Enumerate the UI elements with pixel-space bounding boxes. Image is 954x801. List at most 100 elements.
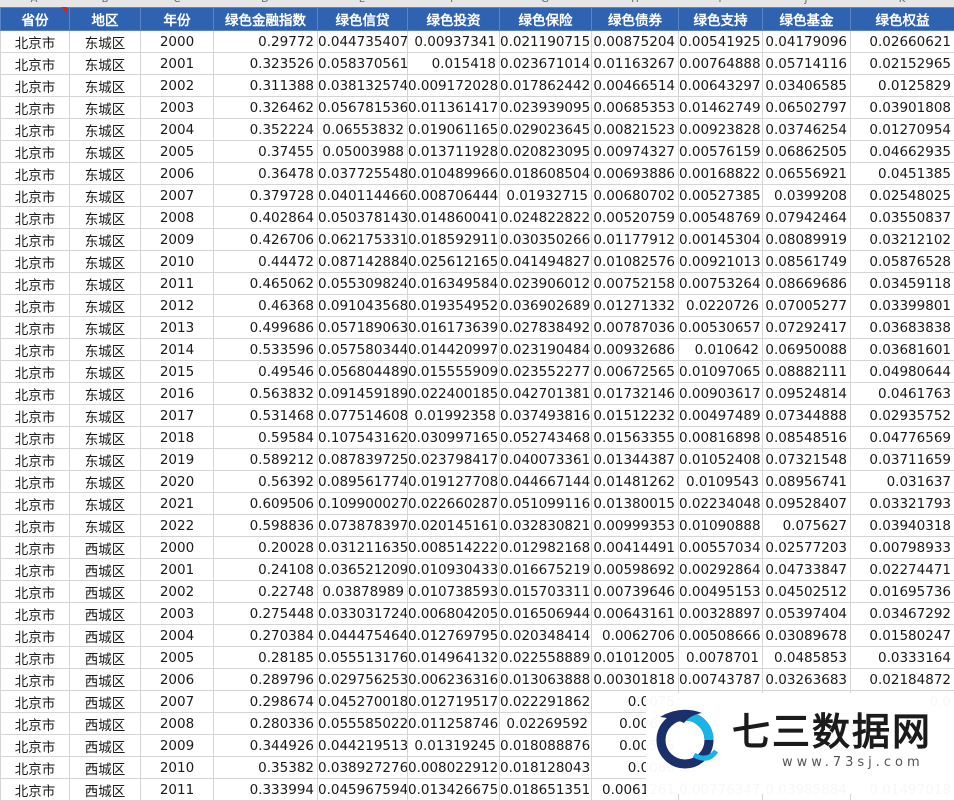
- table-cell[interactable]: 东城区: [70, 295, 141, 317]
- table-cell[interactable]: 东城区: [70, 141, 141, 163]
- table-cell[interactable]: 0.01481262: [592, 471, 679, 493]
- table-cell[interactable]: 0.01932715: [500, 185, 592, 207]
- table-cell[interactable]: 0.0451385: [851, 163, 954, 185]
- table-cell[interactable]: 0.59584: [214, 427, 318, 449]
- table-cell[interactable]: 0.016173639: [408, 317, 500, 339]
- table-cell[interactable]: 0.01732146: [592, 383, 679, 405]
- table-cell[interactable]: 0.018592911: [408, 229, 500, 251]
- table-cell[interactable]: 北京市: [1, 603, 70, 625]
- table-cell[interactable]: 0.03089678: [763, 625, 851, 647]
- table-cell[interactable]: 0.01271332: [592, 295, 679, 317]
- table-cell[interactable]: 0.010642: [679, 339, 763, 361]
- table-cell[interactable]: 0.00576159: [679, 141, 763, 163]
- table-cell[interactable]: 0.091459189: [318, 383, 408, 405]
- table-cell[interactable]: 2002: [141, 75, 214, 97]
- table-cell[interactable]: 0.03683838: [851, 317, 954, 339]
- table-cell[interactable]: 0.00328897: [679, 603, 763, 625]
- table-cell[interactable]: 0.008706444: [408, 185, 500, 207]
- table-cell[interactable]: 0.087839725: [318, 449, 408, 471]
- table-cell[interactable]: 0.057580344: [318, 339, 408, 361]
- column-letter[interactable]: B: [102, 0, 109, 5]
- table-cell[interactable]: 0.01177912: [592, 229, 679, 251]
- table-cell[interactable]: 0.02269592: [500, 713, 592, 735]
- table-cell[interactable]: 0.023798417: [408, 449, 500, 471]
- table-cell[interactable]: 0.00932686: [592, 339, 679, 361]
- table-cell[interactable]: 0.00937341: [408, 31, 500, 53]
- table-cell[interactable]: 0.0220726: [679, 295, 763, 317]
- table-cell[interactable]: 0.00787036: [592, 317, 679, 339]
- table-cell[interactable]: 0.01380015: [592, 493, 679, 515]
- table-cell[interactable]: 0.0485853: [763, 647, 851, 669]
- table-cell[interactable]: 0.091043568: [318, 295, 408, 317]
- table-cell[interactable]: 0.019354952: [408, 295, 500, 317]
- table-cell[interactable]: 0.00557034: [679, 537, 763, 559]
- table-cell[interactable]: 0.00643161: [592, 603, 679, 625]
- table-cell[interactable]: 0.013711928: [408, 141, 500, 163]
- table-cell[interactable]: 0.018608504: [500, 163, 592, 185]
- table-cell[interactable]: 2018: [141, 427, 214, 449]
- table-cell[interactable]: 0.00466514: [592, 75, 679, 97]
- table-cell[interactable]: 0.013426675: [408, 779, 500, 801]
- table-cell[interactable]: 东城区: [70, 75, 141, 97]
- table-cell[interactable]: 0.275448: [214, 603, 318, 625]
- table-cell[interactable]: 0.00798933: [851, 537, 954, 559]
- table-cell[interactable]: 0.344926: [214, 735, 318, 757]
- table-cell[interactable]: 0.01270954: [851, 119, 954, 141]
- column-letter[interactable]: I: [719, 0, 722, 5]
- table-cell[interactable]: 0.038132574: [318, 75, 408, 97]
- table-cell[interactable]: 0.00495153: [679, 581, 763, 603]
- table-cell[interactable]: 0.016506944: [500, 603, 592, 625]
- table-cell[interactable]: 0.023939095: [500, 97, 592, 119]
- column-header[interactable]: 绿色金融指数: [214, 8, 318, 31]
- column-letter[interactable]: H: [631, 0, 639, 5]
- column-letter[interactable]: C: [174, 0, 181, 5]
- table-cell[interactable]: 0.07321548: [763, 449, 851, 471]
- table-cell[interactable]: 2006: [141, 163, 214, 185]
- table-cell[interactable]: 东城区: [70, 97, 141, 119]
- table-cell[interactable]: 0.08882111: [763, 361, 851, 383]
- table-cell[interactable]: 0.006804205: [408, 603, 500, 625]
- table-cell[interactable]: 东城区: [70, 119, 141, 141]
- table-cell[interactable]: 0.07292417: [763, 317, 851, 339]
- table-cell[interactable]: 0.023552277: [500, 361, 592, 383]
- table-cell[interactable]: 北京市: [1, 669, 70, 691]
- table-cell[interactable]: 0.008022912: [408, 757, 500, 779]
- table-cell[interactable]: 2014: [141, 339, 214, 361]
- table-cell[interactable]: 0.077514608: [318, 405, 408, 427]
- column-header[interactable]: 绿色支持: [679, 8, 763, 31]
- column-header[interactable]: 绿色基金: [763, 8, 851, 31]
- table-cell[interactable]: 0.03212102: [851, 229, 954, 251]
- table-cell[interactable]: 0.022558889: [500, 647, 592, 669]
- table-cell[interactable]: 0.06502797: [763, 97, 851, 119]
- column-header[interactable]: 年份: [141, 8, 214, 31]
- table-cell[interactable]: 2020: [141, 471, 214, 493]
- table-cell[interactable]: 西城区: [70, 537, 141, 559]
- table-cell[interactable]: 西城区: [70, 669, 141, 691]
- table-cell[interactable]: 西城区: [70, 713, 141, 735]
- table-cell[interactable]: 2005: [141, 141, 214, 163]
- table-cell[interactable]: 西城区: [70, 581, 141, 603]
- table-cell[interactable]: 0.0078701: [679, 647, 763, 669]
- table-cell[interactable]: 0.057189063: [318, 317, 408, 339]
- table-cell[interactable]: 0.06950088: [763, 339, 851, 361]
- table-cell[interactable]: 0.01097065: [679, 361, 763, 383]
- table-cell[interactable]: 0.040114466: [318, 185, 408, 207]
- table-cell[interactable]: 0.010738593: [408, 581, 500, 603]
- table-cell[interactable]: 0.08089919: [763, 229, 851, 251]
- table-cell[interactable]: 2021: [141, 493, 214, 515]
- table-cell[interactable]: 0.0461763: [851, 383, 954, 405]
- table-cell[interactable]: 西城区: [70, 735, 141, 757]
- table-cell[interactable]: 0.011361417: [408, 97, 500, 119]
- table-cell[interactable]: 北京市: [1, 141, 70, 163]
- table-cell[interactable]: 0.00903617: [679, 383, 763, 405]
- table-cell[interactable]: 东城区: [70, 383, 141, 405]
- table-cell[interactable]: 0.28185: [214, 647, 318, 669]
- table-cell[interactable]: 0.37455: [214, 141, 318, 163]
- table-cell[interactable]: 0.24108: [214, 559, 318, 581]
- table-cell[interactable]: 0.042701381: [500, 383, 592, 405]
- table-cell[interactable]: 0.016675219: [500, 559, 592, 581]
- table-cell[interactable]: 0.036902689: [500, 295, 592, 317]
- table-cell[interactable]: 0.075627: [763, 515, 851, 537]
- table-cell[interactable]: 0.03746254: [763, 119, 851, 141]
- table-cell[interactable]: 0.029756253: [318, 669, 408, 691]
